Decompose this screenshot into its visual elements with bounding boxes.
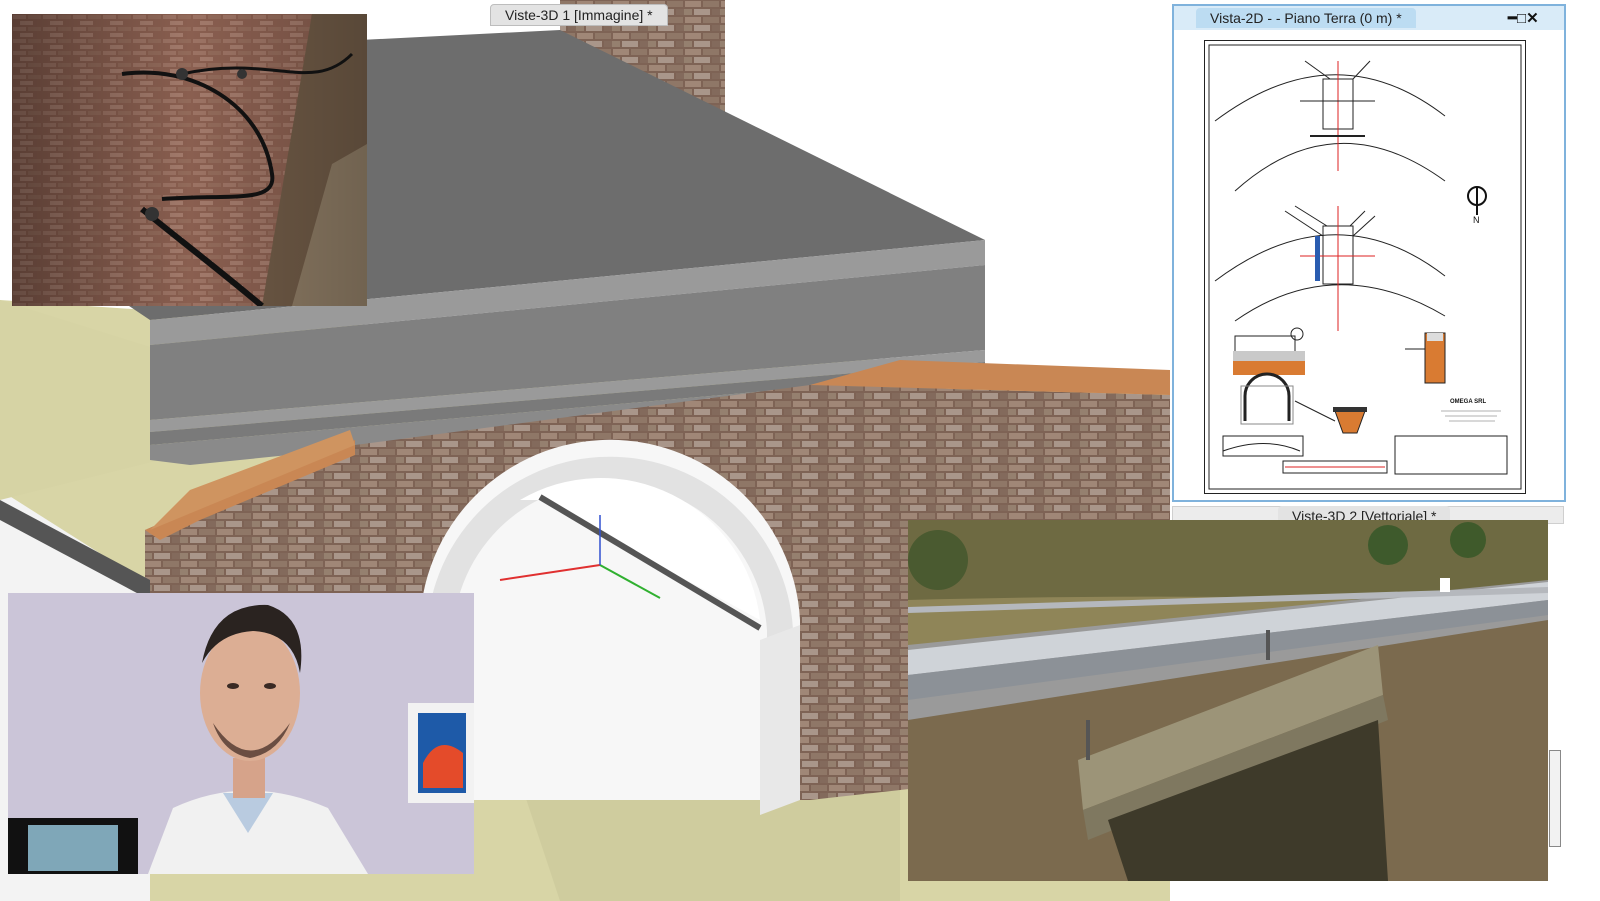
tab-vista-2d[interactable]: Vista-2D - - Piano Terra (0 m) * xyxy=(1196,8,1416,28)
svg-text:N: N xyxy=(1473,215,1480,225)
presenter-webcam xyxy=(8,593,474,874)
svg-text:OMEGA SRL: OMEGA SRL xyxy=(1450,399,1486,405)
window-vista-2d: Vista-2D - - Piano Terra (0 m) * ━□✕ N O… xyxy=(1172,4,1566,502)
close-icon[interactable]: ✕ xyxy=(1526,10,1539,27)
maximize-icon[interactable]: □ xyxy=(1517,10,1526,27)
minimize-icon[interactable]: ━ xyxy=(1508,10,1517,27)
drawing-sheet[interactable]: N OMEGA SRL xyxy=(1204,40,1526,494)
window-controls: ━□✕ xyxy=(1508,9,1539,27)
technical-drawing: N OMEGA SRL xyxy=(1208,44,1522,490)
road-bridge-photo xyxy=(908,520,1548,881)
tab-viste-3d-1[interactable]: Viste-3D 1 [Immagine] * xyxy=(490,4,668,26)
brick-wall-sensor-photo xyxy=(12,14,367,306)
scrollbar-right[interactable] xyxy=(1549,750,1561,847)
